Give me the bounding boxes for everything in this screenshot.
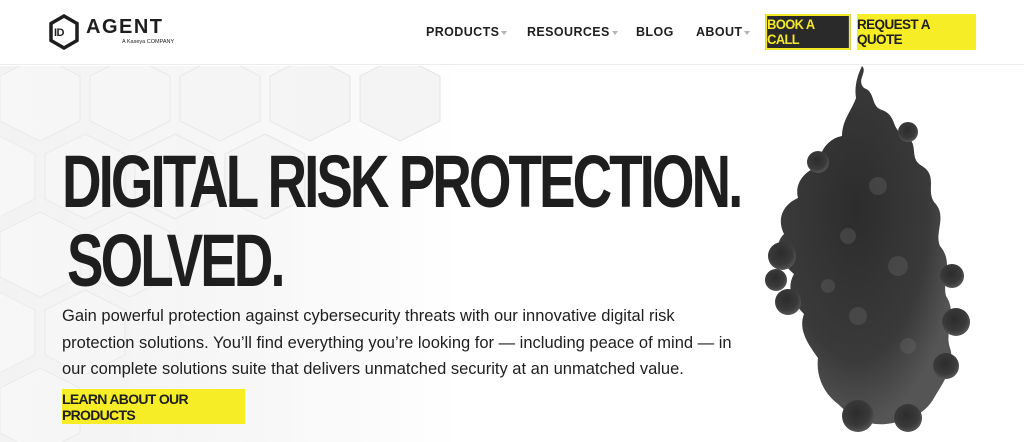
brand-logo[interactable]: ID AGENT A Kaseya COMPANY — [48, 14, 178, 50]
nav-item-blog[interactable]: BLOG — [636, 25, 674, 39]
nav-item-label: BLOG — [636, 25, 674, 39]
nav-item-label: ABOUT — [696, 25, 743, 39]
request-a-quote-button[interactable]: REQUEST A QUOTE — [857, 14, 976, 50]
hero-title-line-1: DIGITAL RISK PROTECTION. — [62, 140, 743, 223]
book-a-call-button[interactable]: BOOK A CALL — [765, 14, 851, 50]
logo-mark: ID — [54, 27, 65, 39]
hero-title-line-2: SOLVED. — [67, 219, 286, 302]
nav-item-label: PRODUCTS — [426, 25, 500, 39]
caret-down-icon — [611, 30, 618, 35]
top-navbar: ID AGENT A Kaseya COMPANY PRODUCTS RESOU… — [0, 0, 1024, 65]
hero-section: DIGITAL RISK PROTECTION. SOLVED. Gain po… — [0, 66, 1024, 442]
nav-item-about[interactable]: ABOUT — [696, 25, 751, 39]
brand-tagline: A Kaseya COMPANY — [122, 39, 175, 45]
hero-description: Gain powerful protection against cyberse… — [62, 307, 732, 378]
caret-down-icon — [501, 30, 508, 35]
nav-item-products[interactable]: PRODUCTS — [426, 25, 508, 39]
learn-about-products-button[interactable]: LEARN ABOUT OUR PRODUCTS — [62, 389, 245, 424]
smoke-image — [765, 66, 970, 432]
brand-name: AGENT — [86, 16, 164, 38]
hexagon-logo-icon — [49, 14, 79, 50]
nav-item-label: RESOURCES — [527, 25, 610, 39]
caret-down-icon — [744, 30, 751, 35]
nav-item-resources[interactable]: RESOURCES — [527, 25, 618, 39]
